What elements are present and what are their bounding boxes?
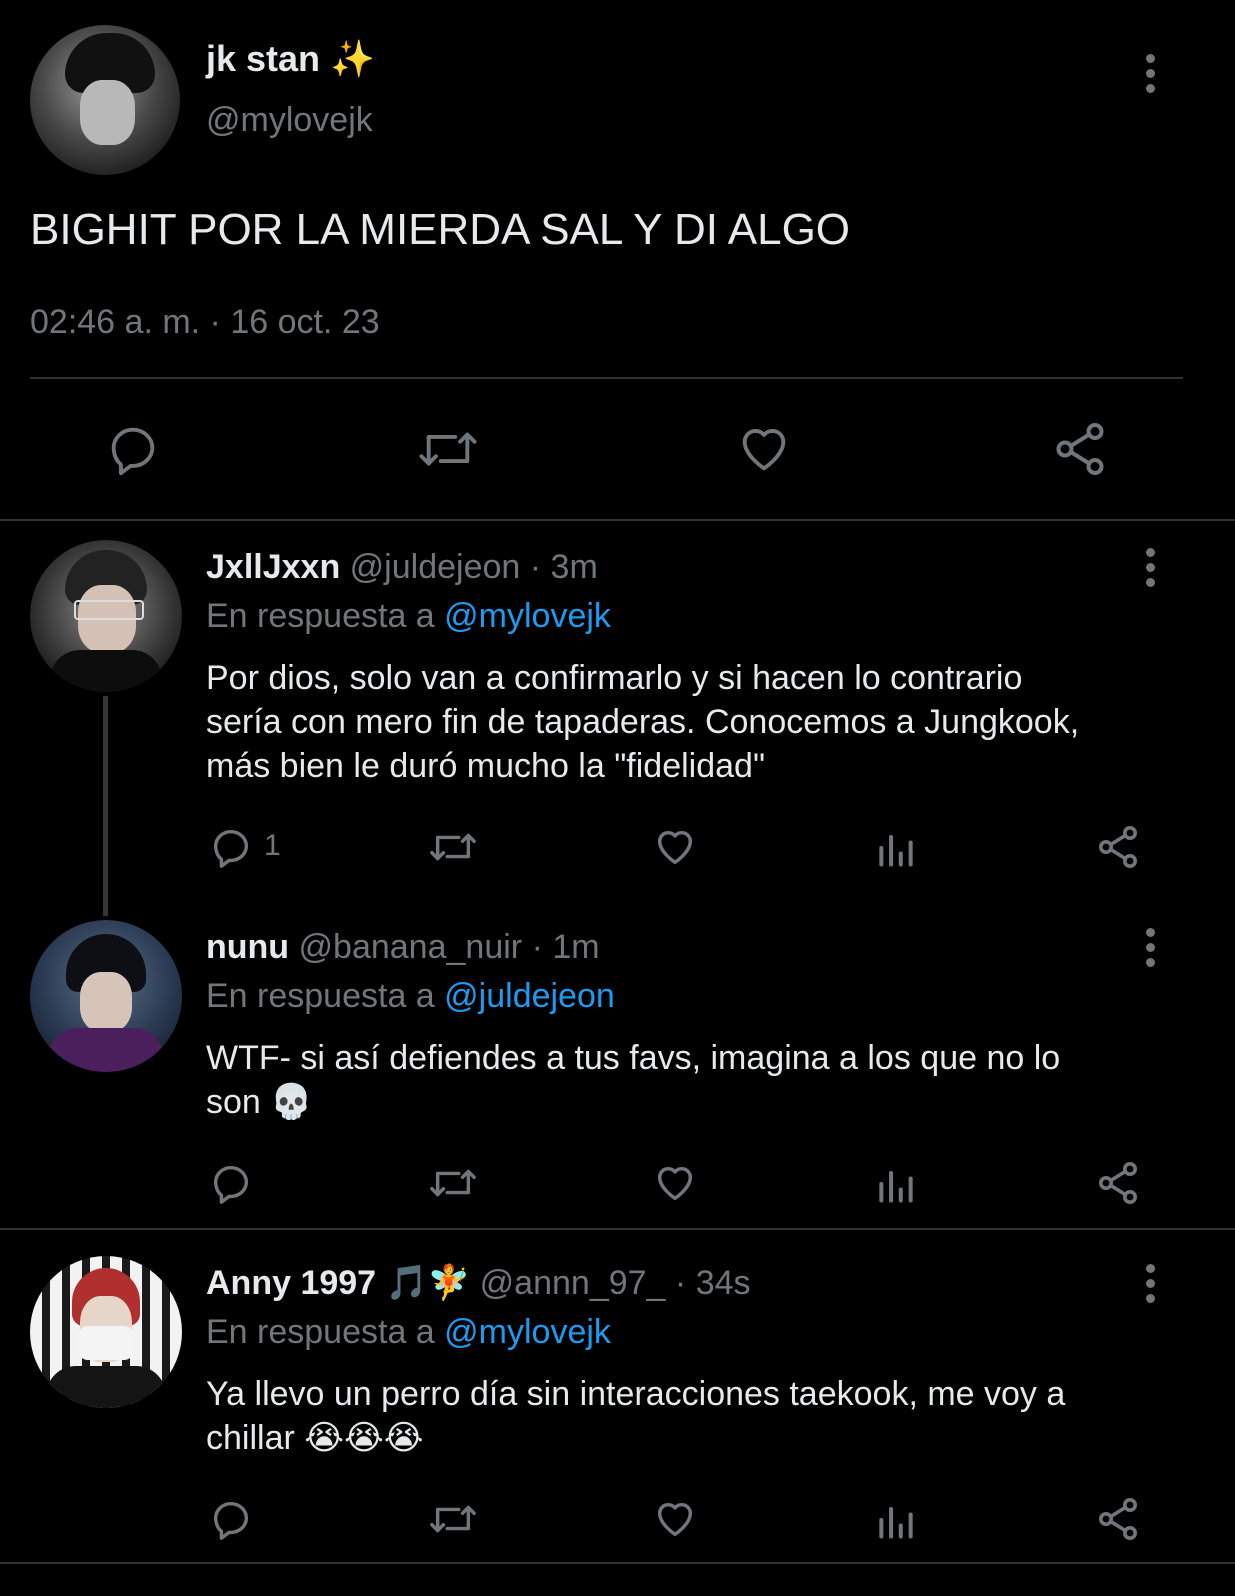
handle[interactable]: @annn_97_ bbox=[480, 1264, 666, 1302]
reply-text: Ya llevo un perro día sin interacciones … bbox=[206, 1372, 1065, 1460]
reply-text-line: sería con mero fin de tapaderas. Conocem… bbox=[206, 703, 1080, 741]
reply-icon[interactable] bbox=[104, 420, 162, 478]
like-icon[interactable] bbox=[734, 420, 794, 478]
thread-line bbox=[103, 696, 108, 916]
reply-text-line: WTF- si así defiendes a tus favs, imagin… bbox=[206, 1039, 1061, 1077]
share-icon[interactable] bbox=[1094, 1494, 1142, 1544]
reply-context: En respuesta a @mylovejk bbox=[206, 1311, 611, 1353]
reply-prefix: En respuesta a bbox=[206, 597, 435, 635]
more-options-icon[interactable] bbox=[1144, 928, 1156, 968]
main-author-avatar[interactable] bbox=[30, 25, 180, 175]
reply-icon[interactable] bbox=[208, 1496, 254, 1542]
display-name[interactable]: JxllJxxn bbox=[206, 548, 340, 586]
share-icon[interactable] bbox=[1094, 1158, 1142, 1208]
reply-context: En respuesta a @juldejeon bbox=[206, 975, 615, 1017]
reply-text: WTF- si así defiendes a tus favs, imagin… bbox=[206, 1036, 1060, 1124]
time-ago[interactable]: · 1m bbox=[532, 928, 600, 966]
more-options-icon[interactable] bbox=[1144, 54, 1156, 94]
like-icon[interactable] bbox=[651, 1496, 699, 1542]
reply-text-line: son 💀 bbox=[206, 1083, 313, 1121]
stats-divider bbox=[30, 377, 1183, 379]
reply-text-line: Por dios, solo van a confirmarlo y si ha… bbox=[206, 659, 1023, 697]
like-icon[interactable] bbox=[651, 1160, 699, 1206]
reply-prefix: En respuesta a bbox=[206, 977, 435, 1015]
retweet-icon[interactable] bbox=[426, 1160, 480, 1206]
display-name[interactable]: nunu bbox=[206, 928, 289, 966]
retweet-icon[interactable] bbox=[426, 824, 480, 870]
reply-avatar[interactable] bbox=[30, 1256, 182, 1408]
main-author-name[interactable]: jk stan ✨ bbox=[206, 38, 375, 80]
main-author-handle[interactable]: @mylovejk bbox=[206, 100, 373, 140]
reply-header: nunu @banana_nuir · 1m bbox=[206, 926, 600, 968]
reply-count: 1 bbox=[264, 829, 281, 862]
reply-to-link[interactable]: @mylovejk bbox=[444, 597, 611, 635]
main-tweet-timestamp: 02:46 a. m. · 16 oct. 23 bbox=[30, 303, 380, 341]
time-ago[interactable]: · 3m bbox=[530, 548, 598, 586]
analytics-icon[interactable] bbox=[874, 1162, 918, 1206]
like-icon[interactable] bbox=[651, 824, 699, 870]
time-ago[interactable]: · 34s bbox=[675, 1264, 751, 1302]
reply-context: En respuesta a @mylovejk bbox=[206, 595, 611, 637]
more-options-icon[interactable] bbox=[1144, 548, 1156, 588]
reply-avatar[interactable] bbox=[30, 920, 182, 1072]
retweet-icon[interactable] bbox=[426, 1496, 480, 1542]
display-name[interactable]: jk stan bbox=[206, 38, 320, 79]
reply-text-line: chillar 😭😭😭 bbox=[206, 1419, 424, 1457]
display-name[interactable]: Anny 1997 bbox=[206, 1264, 376, 1302]
handle[interactable]: @juldejeon bbox=[350, 548, 521, 586]
section-divider bbox=[0, 1562, 1235, 1564]
reply-avatar[interactable] bbox=[30, 540, 182, 692]
reply-text-line: Ya llevo un perro día sin interacciones … bbox=[206, 1375, 1066, 1413]
share-icon[interactable] bbox=[1094, 822, 1142, 872]
section-divider bbox=[0, 519, 1235, 521]
retweet-icon[interactable] bbox=[415, 420, 481, 478]
reply-to-link[interactable]: @mylovejk bbox=[444, 1313, 611, 1351]
reply-icon[interactable] bbox=[208, 824, 254, 870]
reply-to-link[interactable]: @juldejeon bbox=[444, 977, 615, 1015]
name-emoji: 🎵🧚 bbox=[385, 1264, 471, 1302]
handle[interactable]: @banana_nuir bbox=[299, 928, 523, 966]
reply-icon[interactable] bbox=[208, 1160, 254, 1206]
more-options-icon[interactable] bbox=[1144, 1264, 1156, 1304]
reply-text-line: más bien le duró mucho la "fidelidad" bbox=[206, 747, 766, 785]
reply-header: Anny 1997 🎵🧚 @annn_97_ · 34s bbox=[206, 1262, 751, 1304]
section-divider bbox=[0, 1228, 1235, 1230]
share-icon[interactable] bbox=[1050, 418, 1110, 480]
reply-text: Por dios, solo van a confirmarlo y si ha… bbox=[206, 656, 1079, 788]
main-tweet-text: BIGHIT POR LA MIERDA SAL Y DI ALGO bbox=[30, 205, 851, 254]
analytics-icon[interactable] bbox=[874, 826, 918, 870]
analytics-icon[interactable] bbox=[874, 1498, 918, 1542]
sparkles-emoji: ✨ bbox=[330, 38, 375, 79]
reply-header: JxllJxxn @juldejeon · 3m bbox=[206, 546, 598, 588]
reply-prefix: En respuesta a bbox=[206, 1313, 435, 1351]
